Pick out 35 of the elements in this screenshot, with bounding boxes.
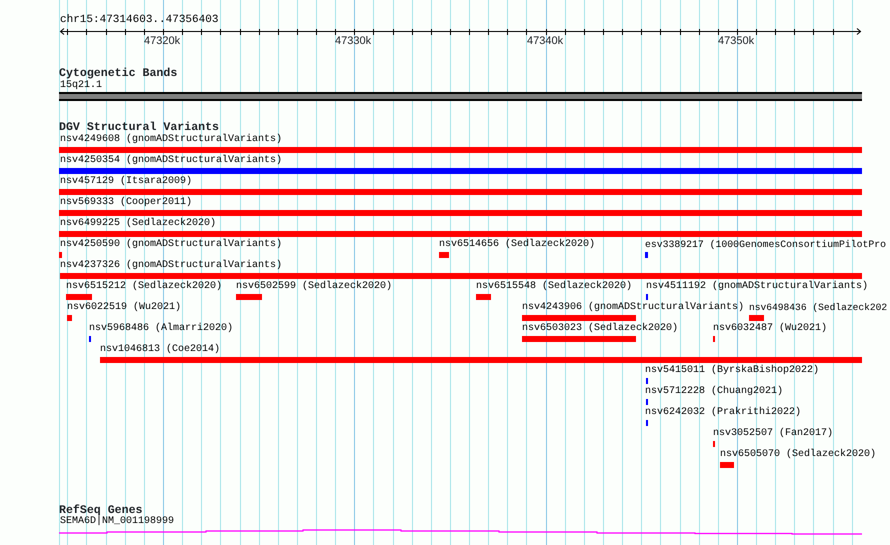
variant-label: nsv6514656 (Sedlazeck2020) <box>439 239 596 251</box>
variant-label: nsv6499225 (Sedlazeck2020) <box>60 218 216 230</box>
variant-label: nsv6022519 (Wu2021) <box>67 302 182 314</box>
variant-label: nsv6505070 (Sedlazeck2020) <box>720 449 876 461</box>
variant-label: nsv1046813 (Coe2014) <box>100 344 220 356</box>
variant-label: nsv4250354 (gnomADStructuralVariants) <box>60 155 282 167</box>
location-label: chr15:47314603..47356403 <box>60 14 218 26</box>
variant-label: nsv6032487 (Wu2021) <box>713 323 828 335</box>
variant-label: nsv569333 (Cooper2011) <box>60 197 192 209</box>
variant-label: nsv6515548 (Sedlazeck2020) <box>476 281 632 293</box>
variant-label: nsv5415011 (ByrskaBishop2022) <box>645 365 820 377</box>
tick-label: 47330k <box>335 35 372 47</box>
variant-label: nsv6498436 (Sedlazeck202 <box>749 302 888 314</box>
track-title: Cytogenetic Bands <box>59 67 178 80</box>
track-title: DGV Structural Variants <box>59 121 220 134</box>
tick-label: 47350k <box>718 35 754 47</box>
tick-label: 47320k <box>144 35 180 47</box>
variant-label: nsv6502599 (Sedlazeck2020) <box>236 281 392 293</box>
variant-label: nsv4511192 (gnomADStructuralVariants) <box>646 281 868 293</box>
variant-label: nsv4237326 (gnomADStructuralVariants) <box>60 260 282 272</box>
variant-label: nsv5968486 (Almarri2020) <box>89 323 234 335</box>
variant-label: nsv5712228 (Chuang2021) <box>645 386 784 398</box>
band-label: 15q21.1 <box>60 80 102 92</box>
variant-label: esv3389217 (1000GenomesConsortiumPilotPro <box>645 239 886 251</box>
variant-label: nsv4250590 (gnomADStructuralVariants) <box>60 239 282 251</box>
track-title: RefSeq Genes <box>59 504 142 517</box>
variant-label: nsv3052507 (Fan2017) <box>713 428 834 440</box>
variant-label: nsv6515212 (Sedlazeck2020) <box>66 281 222 293</box>
tick-label: 47340k <box>527 35 564 47</box>
variant-label: nsv6503023 (Sedlazeck2020) <box>522 323 678 335</box>
variant-label: nsv4243906 (gnomADStructuralVariants) <box>522 302 744 314</box>
variant-label: nsv457129 (Itsara2009) <box>60 176 192 188</box>
variant-label: nsv4249608 (gnomADStructuralVariants) <box>60 134 282 146</box>
gene-label: SEMA6D|NM_001198999 <box>60 516 174 528</box>
variant-label: nsv6242032 (Prakrithi2022) <box>645 407 802 419</box>
